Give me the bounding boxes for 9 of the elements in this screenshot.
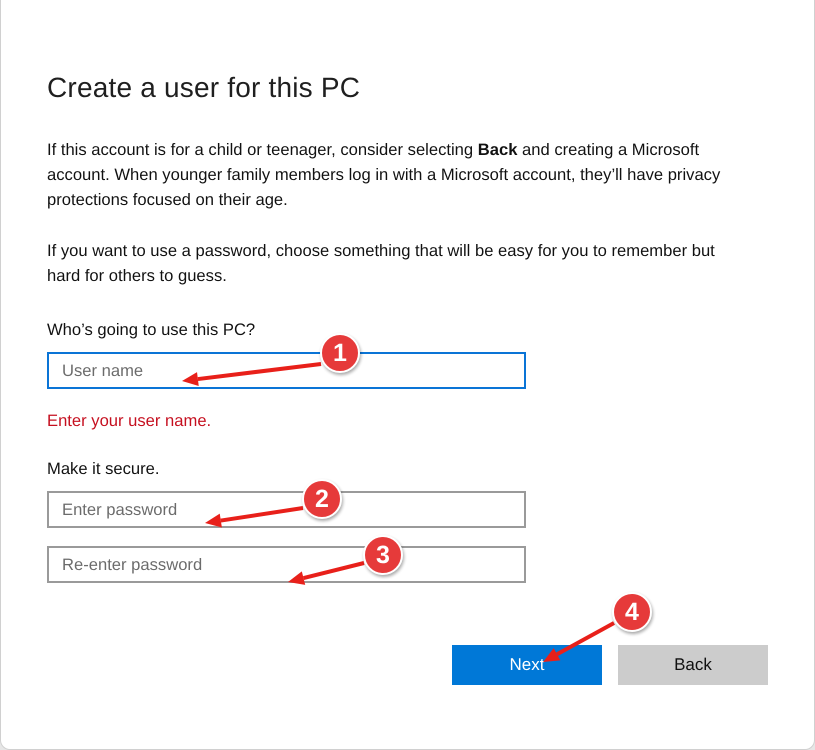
error-message: Enter your user name. (47, 411, 212, 431)
arrow (543, 621, 615, 662)
field-label: Make it secure. (47, 459, 161, 479)
next-button[interactable]: Next (452, 645, 602, 685)
instruction-text: If this account is for a child or teenager, consider selecting Back and creating a Microsoft account. When younger family members log in with a Microsoft account, they’ll have privacy protections focused on their age. (47, 139, 722, 211)
back-button[interactable]: Back (618, 645, 768, 685)
field-label: Who’s going to use this PC? (47, 320, 256, 340)
instruction-text: If you want to use a password, choose something that will be easy for you to remember but hard for others to guess. (47, 240, 716, 287)
dialog-title: Create a user for this PC (47, 72, 362, 104)
